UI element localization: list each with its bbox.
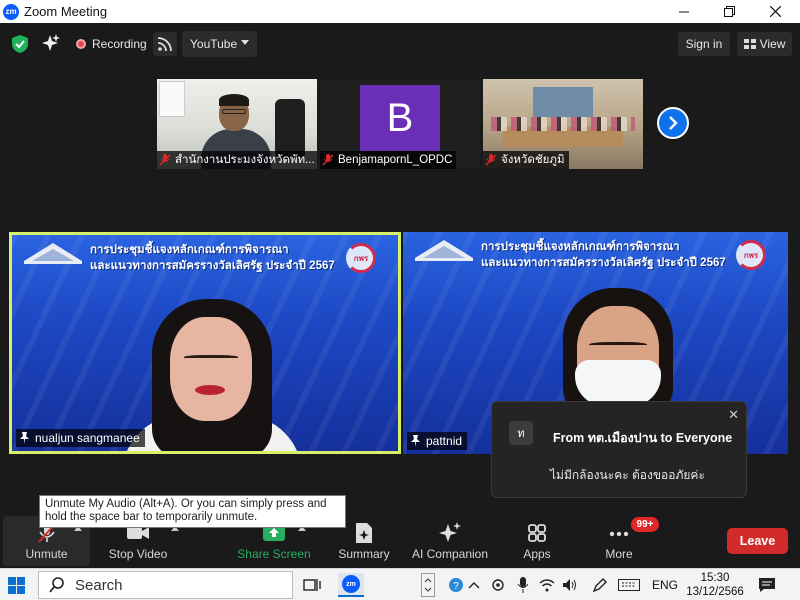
input-language[interactable]: ENG — [652, 578, 678, 592]
grid-icon — [743, 39, 756, 49]
stop-video-label: Stop Video — [108, 547, 168, 561]
os-taskbar: Search zm ? ENG 15:30 13/12/2566 — [0, 568, 800, 600]
whiteboard-background — [159, 81, 185, 117]
avatar: B — [360, 85, 440, 151]
notification-badge: 99+ — [631, 517, 659, 532]
ai-companion-label: AI Companion — [411, 547, 489, 561]
recording-indicator[interactable]: Recording — [70, 32, 153, 56]
organization-logo-icon — [415, 240, 473, 261]
participant-name-label: สำนักงานประมงจังหวัดพัท... — [157, 151, 317, 169]
clock-date: 13/12/2566 — [686, 586, 744, 598]
camera-icon[interactable] — [490, 577, 506, 593]
chat-notification[interactable]: ท From ทต.เมืองปาน to Everyone ไม่มีกล้อ… — [491, 401, 747, 498]
zoom-taskbar-icon[interactable]: zm — [338, 573, 364, 597]
window-title: Zoom Meeting — [24, 4, 108, 19]
banner-subtitle: และแนวทางการสมัครรางวัลเลิศรัฐ ประจำปี 2… — [90, 260, 335, 272]
keyboard-icon[interactable] — [618, 577, 640, 593]
pin-icon — [411, 435, 420, 447]
recording-dot-icon — [76, 39, 86, 49]
participant-thumbnail[interactable]: จังหวัดชัยภูมิ — [483, 79, 643, 169]
clock-time: 15:30 — [700, 572, 730, 584]
more-label: More — [605, 547, 633, 561]
recording-label: Recording — [92, 37, 147, 51]
ai-companion-button[interactable]: AI Companion — [408, 516, 492, 566]
participant-name-label: BenjamapornL_OPDC — [320, 151, 457, 169]
search-label: Search — [75, 576, 123, 594]
zoom-app-icon: zm — [3, 3, 19, 20]
participant-name-label: จังหวัดชัยภูมิ — [483, 151, 569, 169]
apps-button[interactable]: Apps — [514, 516, 560, 566]
summary-label: Summary — [338, 547, 390, 561]
chevron-right-icon — [669, 116, 678, 130]
participant-name-label: nualjun sangmanee — [16, 429, 145, 447]
avatar: ท — [509, 421, 533, 445]
maximize-icon[interactable] — [706, 0, 752, 23]
close-icon[interactable]: ✕ — [728, 407, 739, 423]
meeting-topbar: Recording YouTube Sign in View — [0, 23, 800, 65]
scroll-chevron-icon[interactable] — [421, 573, 435, 597]
opdc-logo-icon: กพร — [346, 243, 376, 273]
speaker-icon[interactable] — [562, 577, 578, 593]
muted-mic-icon — [322, 154, 334, 166]
chevron-down-icon — [241, 40, 249, 45]
opdc-logo-icon: กพร — [736, 240, 766, 270]
document-sparkle-icon — [356, 523, 372, 543]
sparkle-icon[interactable] — [42, 34, 60, 52]
sparkle-icon — [439, 522, 461, 542]
chat-sender: From ทต.เมืองปาน to Everyone — [553, 431, 733, 445]
taskbar-clock[interactable]: 15:30 13/12/2566 — [686, 571, 744, 599]
sign-in-button[interactable]: Sign in — [678, 32, 730, 56]
apps-icon — [528, 524, 546, 542]
share-screen-label: Share Screen — [237, 547, 311, 561]
muted-mic-icon — [159, 154, 171, 166]
taskbar-search[interactable]: Search — [38, 571, 293, 599]
participant-thumbnail[interactable]: สำนักงานประมงจังหวัดพัท... — [157, 79, 317, 169]
wifi-icon[interactable] — [539, 577, 555, 593]
microphone-icon[interactable] — [515, 577, 531, 593]
banner-subtitle: และแนวทางการสมัครรางวัลเลิศรัฐ ประจำปี 2… — [481, 257, 726, 269]
help-globe-icon[interactable]: ? — [448, 577, 464, 593]
windows-start-icon[interactable] — [8, 577, 25, 594]
view-button[interactable]: View — [737, 32, 792, 56]
leave-button[interactable]: Leave — [727, 528, 788, 554]
livestream-dropdown[interactable]: YouTube — [182, 31, 257, 57]
chevron-up-icon[interactable] — [466, 577, 482, 593]
chat-message: ไม่มีกล้องนะคะ ต้องขออภัยค่ะ — [550, 468, 705, 482]
muted-mic-icon — [485, 154, 497, 166]
svg-text:?: ? — [453, 581, 459, 592]
video-tile-active-speaker[interactable]: การประชุมชี้แจงหลักเกณฑ์การพิจารณา และแน… — [9, 232, 401, 454]
unmute-tooltip: Unmute My Audio (Alt+A). Or you can simp… — [39, 495, 346, 528]
pen-icon[interactable] — [592, 577, 608, 593]
close-icon[interactable] — [752, 0, 798, 23]
unmute-label: Unmute — [25, 547, 68, 561]
view-label: View — [759, 37, 786, 51]
pin-icon — [20, 432, 29, 444]
livestream-label: YouTube — [190, 37, 238, 51]
search-icon — [49, 577, 64, 593]
window-titlebar: zm Zoom Meeting — [0, 0, 800, 23]
minimize-icon[interactable] — [661, 0, 707, 23]
participant-thumbnail[interactable]: B BenjamapornL_OPDC — [320, 79, 480, 169]
notification-center-icon[interactable] — [758, 577, 776, 593]
next-page-button[interactable] — [657, 107, 689, 139]
task-view-icon[interactable] — [299, 573, 325, 597]
apps-label: Apps — [523, 547, 551, 561]
ellipsis-icon — [609, 531, 629, 537]
rss-icon[interactable] — [153, 32, 177, 56]
organization-logo-icon — [24, 243, 82, 264]
shield-check-icon[interactable] — [12, 35, 28, 53]
participant-name-label: pattnid — [407, 432, 468, 450]
